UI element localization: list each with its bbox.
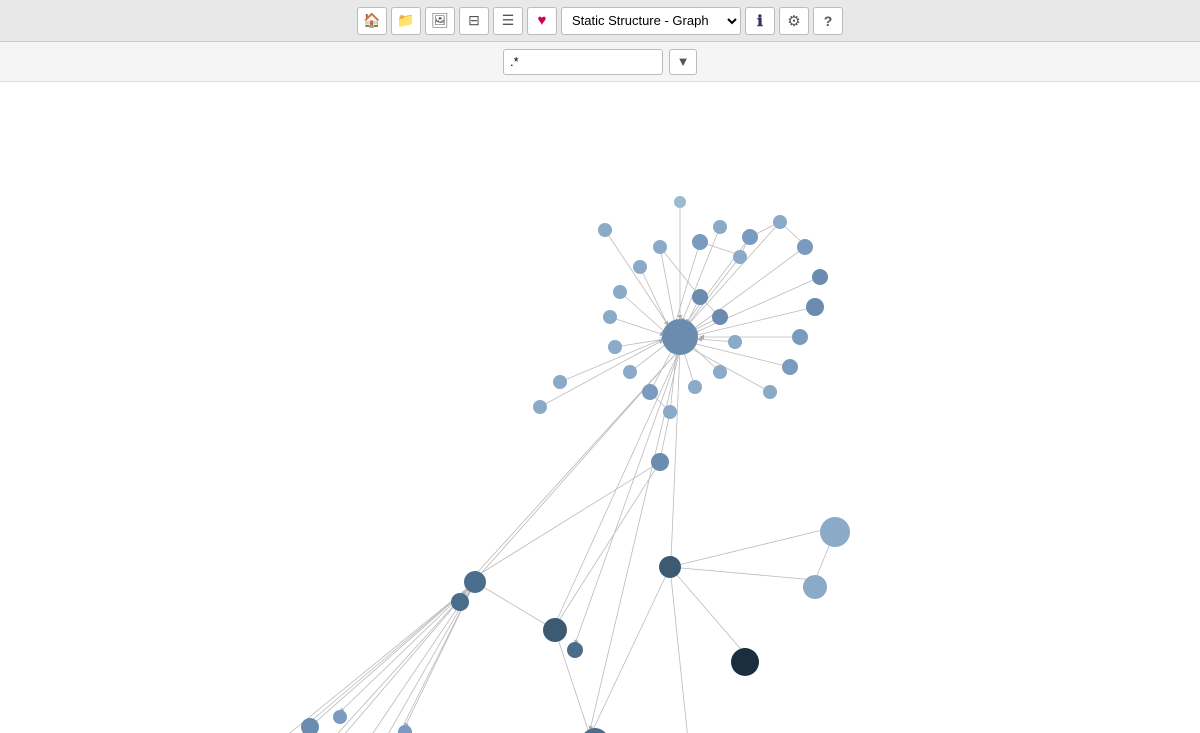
node-38[interactable] bbox=[803, 575, 827, 599]
graph-area[interactable] bbox=[0, 82, 1200, 733]
node-20[interactable] bbox=[642, 384, 658, 400]
node-16[interactable] bbox=[613, 285, 627, 299]
filter-button[interactable]: ▼ bbox=[669, 49, 697, 75]
node-32[interactable] bbox=[451, 593, 469, 611]
search-row: ▼ bbox=[0, 42, 1200, 82]
node-39[interactable] bbox=[581, 728, 609, 733]
toolbar: 🏠 📁 🖼 ⊟ ☰ ♥ Static Structure - Graph Sta… bbox=[0, 0, 1200, 42]
node-15[interactable] bbox=[633, 260, 647, 274]
image-button[interactable]: 🖼 bbox=[425, 7, 455, 35]
node-37[interactable] bbox=[820, 517, 850, 547]
node-10[interactable] bbox=[792, 329, 808, 345]
graph-svg bbox=[0, 82, 1200, 733]
node-19[interactable] bbox=[623, 365, 637, 379]
node-28[interactable] bbox=[674, 196, 686, 208]
node-12[interactable] bbox=[763, 385, 777, 399]
help-button[interactable]: ? bbox=[813, 7, 843, 35]
node-24[interactable] bbox=[728, 335, 742, 349]
node-6[interactable] bbox=[773, 215, 787, 229]
settings-button[interactable]: ⚙ bbox=[779, 7, 809, 35]
node-26[interactable] bbox=[688, 380, 702, 394]
node-33[interactable] bbox=[659, 556, 681, 578]
node-21[interactable] bbox=[663, 405, 677, 419]
node-30[interactable] bbox=[533, 400, 547, 414]
node-14[interactable] bbox=[653, 240, 667, 254]
node-41[interactable] bbox=[301, 718, 319, 733]
node-3[interactable] bbox=[598, 223, 612, 237]
node-35[interactable] bbox=[567, 642, 583, 658]
node-5[interactable] bbox=[742, 229, 758, 245]
copy-button[interactable]: ⊟ bbox=[459, 7, 489, 35]
node-7[interactable] bbox=[797, 239, 813, 255]
node-22[interactable] bbox=[692, 289, 708, 305]
node-34[interactable] bbox=[543, 618, 567, 642]
node-36[interactable] bbox=[731, 648, 759, 676]
node-13[interactable] bbox=[733, 250, 747, 264]
home-button[interactable]: 🏠 bbox=[357, 7, 387, 35]
node-50[interactable] bbox=[333, 710, 347, 724]
search-input[interactable] bbox=[503, 49, 663, 75]
view-selector[interactable]: Static Structure - Graph Static Structur… bbox=[561, 7, 741, 35]
node-27[interactable] bbox=[651, 453, 669, 471]
favorite-button[interactable]: ♥ bbox=[527, 7, 557, 35]
node-31[interactable] bbox=[464, 571, 486, 593]
node-11[interactable] bbox=[782, 359, 798, 375]
list-button[interactable]: ☰ bbox=[493, 7, 523, 35]
info-button[interactable]: ℹ bbox=[745, 7, 775, 35]
folder-button[interactable]: 📁 bbox=[391, 7, 421, 35]
node-hub[interactable] bbox=[662, 319, 698, 355]
node-4[interactable] bbox=[713, 220, 727, 234]
node-25[interactable] bbox=[713, 365, 727, 379]
node-9[interactable] bbox=[806, 298, 824, 316]
node-29[interactable] bbox=[553, 375, 567, 389]
node-18[interactable] bbox=[608, 340, 622, 354]
node-8[interactable] bbox=[812, 269, 828, 285]
node-23[interactable] bbox=[712, 309, 728, 325]
node-17[interactable] bbox=[603, 310, 617, 324]
node-2[interactable] bbox=[692, 234, 708, 250]
node-49[interactable] bbox=[398, 725, 412, 733]
